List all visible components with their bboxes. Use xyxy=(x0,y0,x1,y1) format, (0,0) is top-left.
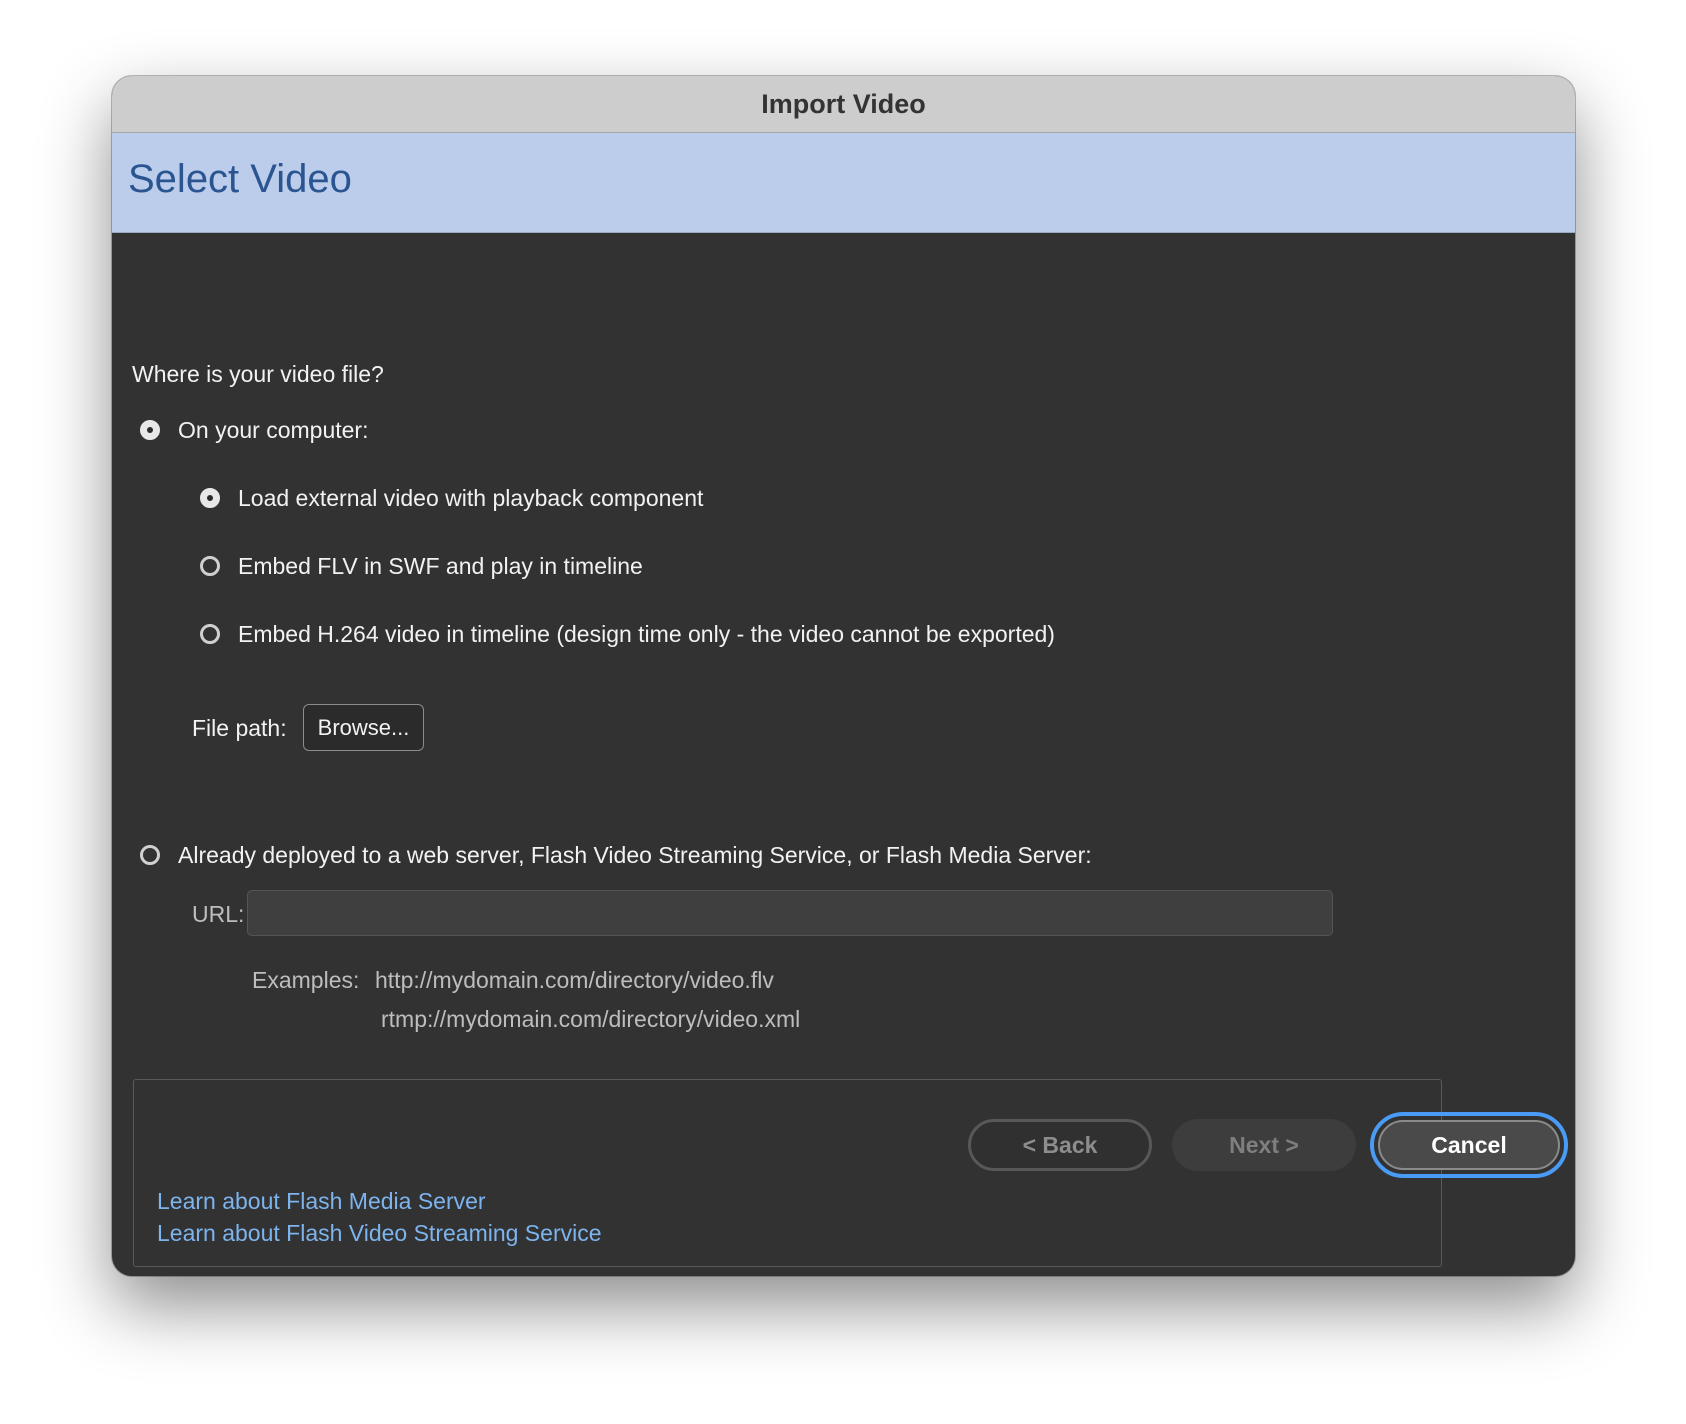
server-radio[interactable] xyxy=(140,845,160,865)
computer-option-label[interactable]: On your computer: xyxy=(178,416,368,444)
url-input[interactable] xyxy=(247,890,1333,936)
embed-h264-radio[interactable] xyxy=(200,624,220,644)
import-video-dialog: Import Video Select Video Where is your … xyxy=(112,76,1575,1276)
dialog-content: Where is your video file? On your comput… xyxy=(112,233,1575,1276)
step-title: Select Video xyxy=(128,157,352,201)
flash-streaming-service-link[interactable]: Learn about Flash Video Streaming Servic… xyxy=(157,1220,602,1247)
load-external-label[interactable]: Load external video with playback compon… xyxy=(238,484,703,512)
step-banner: Select Video xyxy=(112,133,1575,233)
file-path-label: File path: xyxy=(192,715,287,741)
browse-button[interactable]: Browse... xyxy=(303,704,424,751)
window-title: Import Video xyxy=(761,88,926,119)
url-label: URL: xyxy=(192,901,245,927)
embed-h264-label[interactable]: Embed H.264 video in timeline (design ti… xyxy=(238,620,1055,648)
computer-radio[interactable] xyxy=(140,420,160,440)
next-button[interactable]: Next > xyxy=(1172,1119,1356,1171)
title-bar: Import Video xyxy=(112,76,1575,133)
example-http: http://mydomain.com/directory/video.flv xyxy=(375,967,774,993)
cancel-button[interactable]: Cancel xyxy=(1378,1120,1560,1170)
back-button[interactable]: < Back xyxy=(968,1119,1152,1171)
examples-label: Examples: xyxy=(252,967,360,993)
load-external-radio[interactable] xyxy=(200,488,220,508)
flash-media-server-link[interactable]: Learn about Flash Media Server xyxy=(157,1188,486,1215)
embed-flv-label[interactable]: Embed FLV in SWF and play in timeline xyxy=(238,552,643,580)
embed-flv-radio[interactable] xyxy=(200,556,220,576)
question-label: Where is your video file? xyxy=(132,361,384,387)
example-rtmp: rtmp://mydomain.com/directory/video.xml xyxy=(381,1006,801,1032)
help-box: Learn about Flash Media Server Learn abo… xyxy=(133,1079,1442,1267)
server-option-label[interactable]: Already deployed to a web server, Flash … xyxy=(178,841,1092,869)
